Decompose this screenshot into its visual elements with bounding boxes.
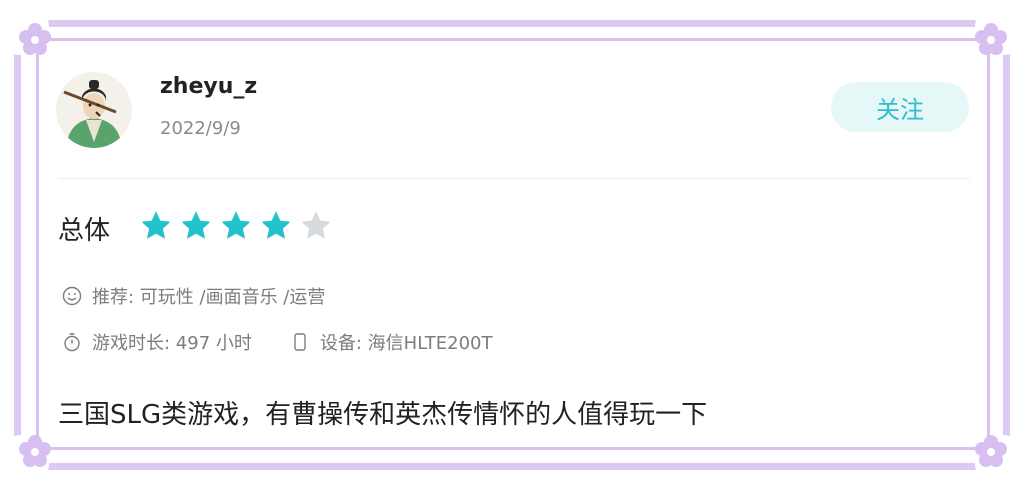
flower-icon: [975, 23, 1007, 55]
recommend-row: 推荐: 可玩性 /画面音乐 /运营: [62, 283, 325, 309]
flower-icon: [19, 435, 51, 467]
recommend-text: 推荐: 可玩性 /画面音乐 /运营: [92, 287, 326, 308]
playtime-text: 游戏时长: 497 小时: [92, 333, 252, 354]
avatar-image: [56, 72, 132, 148]
timer-icon: [64, 333, 80, 352]
review-text: 三国SLG类游戏，有曹操传和英杰传情怀的人值得玩一下: [58, 400, 708, 430]
star-filled-icon: [261, 211, 291, 239]
device-text: 设备: 海信HLTE200T: [319, 333, 493, 354]
overall-rating-label: 总体: [58, 216, 111, 246]
post-date: 2022/9/9: [160, 118, 241, 139]
star-rating: [138, 208, 334, 244]
star-filled-icon: [141, 211, 171, 239]
flower-icon: [19, 23, 51, 55]
flower-icon: [975, 435, 1007, 467]
phone-icon: [294, 333, 306, 351]
star-empty-icon: [301, 211, 331, 239]
star-filled-icon: [181, 211, 211, 239]
avatar[interactable]: [56, 72, 132, 148]
follow-button[interactable]: 关注: [831, 82, 969, 132]
username[interactable]: zheyu_z: [160, 74, 257, 99]
smile-icon: [62, 286, 82, 306]
divider: [58, 178, 970, 179]
star-filled-icon: [221, 211, 251, 239]
playtime-row: 游戏时长: 497 小时 设备: 海信HLTE200T: [62, 329, 492, 355]
